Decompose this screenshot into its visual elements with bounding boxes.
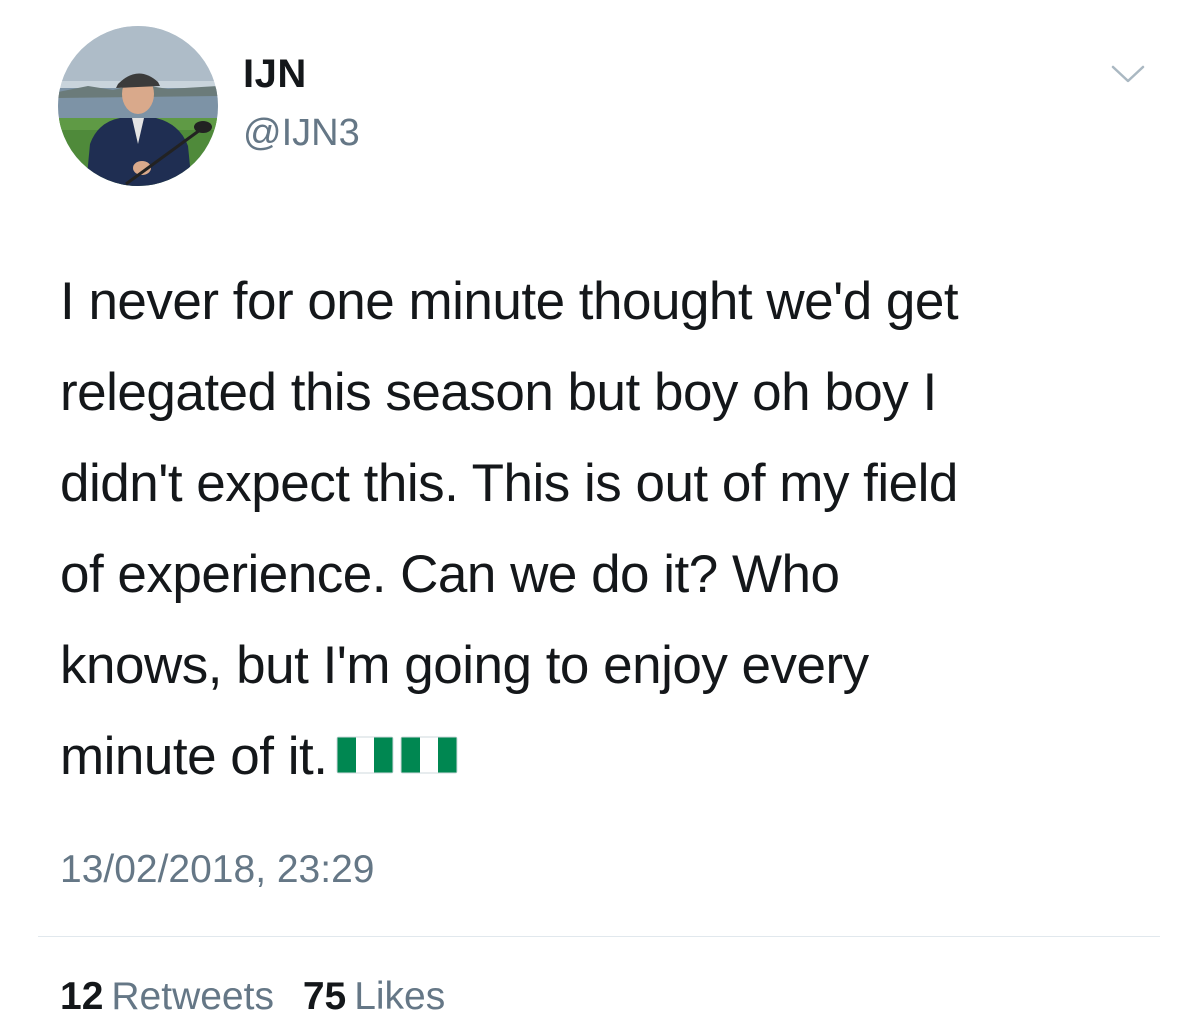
tweet-text: I never for one minute thought we'd get … xyxy=(60,256,1160,802)
tweet-line: I never for one minute thought we'd get xyxy=(60,272,959,331)
chevron-down-icon[interactable] xyxy=(1110,62,1146,86)
timestamp[interactable]: 13/02/2018, 23:29 xyxy=(60,848,374,892)
retweets-count: 12 xyxy=(60,975,104,1018)
retweets-stat[interactable]: 12 Retweets xyxy=(60,975,274,1019)
likes-count: 75 xyxy=(302,975,347,1018)
tweet-line: knows, but I'm going to enjoy every xyxy=(60,636,869,695)
tweet-line: didn't expect this. This is out of my fi… xyxy=(60,454,958,513)
display-name[interactable]: IJN xyxy=(243,52,307,97)
retweets-label: Retweets xyxy=(111,975,274,1018)
avatar-photo xyxy=(58,26,218,186)
tweet-card: IJN @IJN3 I never for one minute thought… xyxy=(0,0,1200,1018)
emoji-group xyxy=(335,709,463,804)
tweet-line: relegated this season but boy oh boy I xyxy=(60,363,937,422)
nigeria-flag-icon xyxy=(335,712,395,803)
likes-label: Likes xyxy=(354,975,446,1018)
user-handle[interactable]: @IJN3 xyxy=(243,112,360,155)
tweet-stats: 12 Retweets 75 Likes xyxy=(60,975,463,1019)
tweet-line: minute of it. xyxy=(60,727,328,786)
tweet-line: of experience. Can we do it? Who xyxy=(60,545,840,604)
divider xyxy=(38,936,1160,937)
likes-stat[interactable]: 75 Likes xyxy=(303,975,445,1019)
tweet-last-line: minute of it. xyxy=(60,711,1160,802)
avatar[interactable] xyxy=(58,26,218,186)
nigeria-flag-icon xyxy=(399,712,459,803)
